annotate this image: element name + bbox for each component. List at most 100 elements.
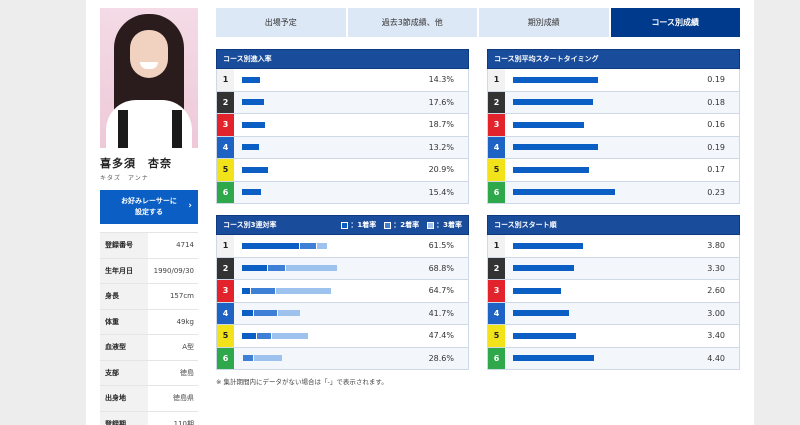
panel-row: 4 3.00 — [487, 302, 740, 325]
panel-row: 4 13.2% — [216, 136, 469, 159]
lane-number: 1 — [217, 235, 234, 257]
panel-title: コース別3連対率 — [223, 221, 277, 229]
panel-row: 3 2.60 — [487, 280, 740, 303]
bar-area — [505, 92, 655, 114]
bar — [513, 355, 595, 362]
lane-number: 3 — [488, 280, 505, 302]
row-value: 14.3% — [428, 75, 454, 85]
row-value: 20.9% — [428, 165, 454, 175]
bar-segment — [250, 287, 275, 294]
legend-swatch — [427, 221, 435, 229]
lane-number: 1 — [217, 69, 234, 91]
page: 喜多須 杏奈 キタズ アンナ お好みレーサーに 設定する › 登録番号 4714 生… — [86, 0, 754, 425]
panel-row: 5 0.17 — [487, 159, 740, 182]
bar-area — [505, 258, 655, 280]
bar — [242, 144, 259, 151]
bar-area — [505, 137, 655, 159]
panel-row: 5 20.9% — [216, 159, 469, 182]
panel-row: 3 18.7% — [216, 114, 469, 137]
row-value: 3.80 — [707, 241, 725, 251]
info-value: 110期 — [173, 419, 194, 425]
tab-3[interactable]: 期別成績 — [479, 8, 609, 37]
lane-number: 4 — [488, 302, 505, 324]
racer-name: 喜多須 杏奈 — [100, 157, 172, 170]
row-value: 41.7% — [428, 308, 454, 318]
row-value: 0.19 — [707, 142, 725, 152]
tab-2[interactable]: 過去3節成績、他 — [347, 8, 477, 37]
favorite-button-label-2: 設定する — [135, 208, 163, 216]
panel-row: 2 68.8% — [216, 257, 469, 280]
info-row: 体重 49kg — [100, 308, 198, 334]
panel-row: 3 64.7% — [216, 280, 469, 303]
bar-segment — [242, 310, 254, 317]
bar-area — [505, 235, 655, 257]
info-key: 体重 — [100, 309, 148, 334]
legend: ：1着率 ：2着率 ：3着率 — [341, 220, 468, 230]
bar-segment — [253, 355, 283, 362]
bar-area — [505, 280, 655, 302]
bar — [513, 310, 569, 317]
row-value: 68.8% — [428, 263, 454, 273]
lane-number: 2 — [217, 91, 234, 113]
bar — [242, 76, 260, 83]
info-row: 支部 徳島 — [100, 359, 198, 385]
panel-row: 6 0.23 — [487, 181, 740, 204]
legend-item: ：3着率 — [427, 220, 462, 230]
bar-area — [234, 159, 384, 181]
panel-row: 2 17.6% — [216, 91, 469, 114]
racer-photo — [100, 8, 198, 148]
info-row: 出身地 徳島県 — [100, 385, 198, 411]
row-value: 4.40 — [707, 353, 725, 363]
panel-title: コース別平均スタートタイミング — [494, 55, 599, 63]
info-value: 49kg — [176, 317, 194, 326]
panel-row: 1 0.19 — [487, 69, 740, 92]
panel-row: 2 3.30 — [487, 257, 740, 280]
panel-row: 5 3.40 — [487, 325, 740, 348]
lane-number: 5 — [217, 159, 234, 181]
panel-row: 4 41.7% — [216, 302, 469, 325]
lane-number: 1 — [488, 69, 505, 91]
panel-row: 4 0.19 — [487, 136, 740, 159]
info-key: 身長 — [100, 284, 148, 309]
tab-4[interactable]: コース別成績 — [610, 8, 740, 37]
row-value: 0.17 — [707, 165, 725, 175]
info-row: 生年月日 1990/09/30 — [100, 257, 198, 283]
bar-segment — [286, 265, 337, 272]
lane-number: 2 — [488, 91, 505, 113]
favorite-racer-button[interactable]: お好みレーサーに 設定する › — [100, 190, 198, 224]
panel-header: コース別平均スタートタイミング — [487, 49, 740, 69]
panel-header: コース別3連対率 ：1着率 ：2着率 ：3着率 — [216, 215, 469, 235]
chevron-right-icon: › — [188, 201, 192, 211]
bar — [513, 332, 576, 339]
tab-bar: 出場予定 過去3節成績、他 期別成績 コース別成績 — [216, 8, 740, 37]
bar-area — [234, 137, 384, 159]
lane-number: 6 — [217, 181, 234, 203]
row-value: 18.7% — [428, 120, 454, 130]
bar — [242, 189, 262, 196]
panel-row: 1 14.3% — [216, 69, 469, 92]
bar-segment — [300, 242, 316, 249]
row-value: 15.4% — [428, 187, 454, 197]
info-value: A型 — [182, 343, 194, 352]
row-value: 64.7% — [428, 286, 454, 296]
info-key: 生年月日 — [100, 258, 148, 283]
row-value: 0.23 — [707, 187, 725, 197]
panel-row: 3 0.16 — [487, 114, 740, 137]
lane-number: 5 — [488, 325, 505, 347]
row-value: 47.4% — [428, 331, 454, 341]
lane-number: 6 — [488, 181, 505, 203]
tab-1[interactable]: 出場予定 — [216, 8, 346, 37]
info-key: 登録期 — [100, 411, 148, 425]
info-row: 身長 157cm — [100, 283, 198, 309]
info-value: 徳島 — [180, 368, 194, 377]
bar-segment — [257, 332, 272, 339]
bar-area — [234, 348, 384, 370]
bar-area — [234, 235, 384, 257]
lane-number: 6 — [488, 347, 505, 369]
bar-area — [505, 325, 655, 347]
favorite-button-label-1: お好みレーサーに — [121, 197, 177, 205]
lane-number: 3 — [217, 114, 234, 136]
bar — [242, 121, 266, 128]
info-row: 血液型 A型 — [100, 334, 198, 360]
info-key: 登録番号 — [100, 233, 148, 258]
